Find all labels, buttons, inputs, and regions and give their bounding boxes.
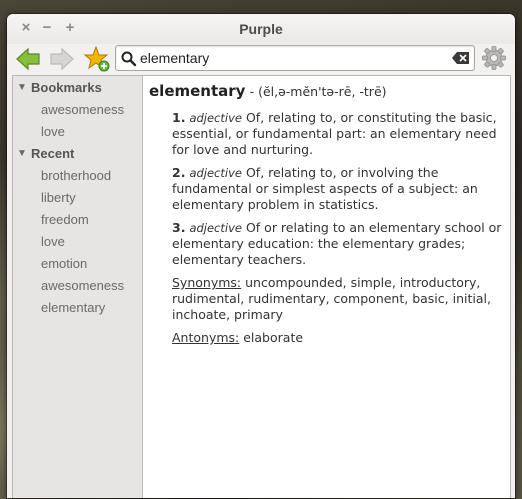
app-window: × − + Purple elementary ▼ Bookmarks awes… — [7, 14, 515, 498]
sense-item: 1. adjective Of, relating to, or constit… — [172, 110, 504, 158]
search-input[interactable] — [140, 49, 440, 67]
expanded-triangle-icon: ▼ — [17, 148, 27, 159]
antonyms-block: Antonyms: elaborate — [172, 330, 504, 346]
part-of-speech: adjective — [189, 221, 242, 235]
sidebar-item-recent[interactable]: liberty — [41, 188, 141, 208]
add-bookmark-star-icon[interactable] — [82, 44, 112, 74]
sidebar: ▼ Bookmarks awesomeness love ▼ Recent br… — [13, 76, 143, 498]
part-of-speech: adjective — [189, 111, 242, 125]
sense-number: 2. — [172, 165, 186, 180]
sense-item: 2. adjective Of, relating to, or involvi… — [172, 165, 504, 213]
synonyms-block: Synonyms: uncompounded, simple, introduc… — [172, 275, 504, 323]
clear-search-icon[interactable] — [452, 51, 470, 65]
window-title: Purple — [239, 21, 283, 37]
senses-list: 1. adjective Of, relating to, or constit… — [172, 110, 504, 346]
sidebar-item-recent[interactable]: elementary — [41, 298, 141, 318]
recent-label: Recent — [31, 146, 75, 161]
synonyms-label: Synonyms: — [172, 275, 242, 290]
pronunciation: - (ĕl,ə-mĕn'tə-rē, -trē) — [249, 84, 387, 99]
sense-number: 1. — [172, 110, 186, 125]
search-field-container — [115, 45, 475, 71]
expanded-triangle-icon: ▼ — [17, 82, 27, 93]
sense-number: 3. — [172, 220, 186, 235]
headword: elementary — [149, 82, 246, 100]
headword-line: elementary - (ĕl,ə-mĕn'tə-rē, -trē) — [149, 82, 504, 100]
gear-icon[interactable] — [481, 45, 507, 71]
forward-arrow-icon[interactable] — [47, 44, 77, 74]
recent-group-header[interactable]: ▼ Recent — [13, 144, 141, 164]
sense-item: 3. adjective Of or relating to an elemen… — [172, 220, 504, 268]
antonyms-label: Antonyms: — [172, 330, 240, 345]
bookmarks-label: Bookmarks — [31, 80, 102, 95]
titlebar: × − + Purple — [7, 14, 515, 44]
toolbar — [7, 44, 515, 74]
sidebar-item-recent[interactable]: love — [41, 232, 141, 252]
sidebar-item-bookmark[interactable]: love — [41, 122, 141, 142]
definition-panel: elementary - (ĕl,ə-mĕn'tə-rē, -trē) 1. a… — [149, 82, 504, 353]
bookmarks-group-header[interactable]: ▼ Bookmarks — [13, 78, 141, 98]
sidebar-item-recent[interactable]: brotherhood — [41, 166, 141, 186]
search-icon — [121, 51, 137, 67]
main-content: ▼ Bookmarks awesomeness love ▼ Recent br… — [12, 75, 511, 498]
sidebar-item-recent[interactable]: emotion — [41, 254, 141, 274]
back-arrow-icon[interactable] — [13, 44, 43, 74]
sidebar-item-recent[interactable]: awesomeness — [41, 276, 141, 296]
part-of-speech: adjective — [189, 166, 242, 180]
antonyms-list: elaborate — [243, 330, 304, 345]
sidebar-item-bookmark[interactable]: awesomeness — [41, 100, 141, 120]
sidebar-item-recent[interactable]: freedom — [41, 210, 141, 230]
